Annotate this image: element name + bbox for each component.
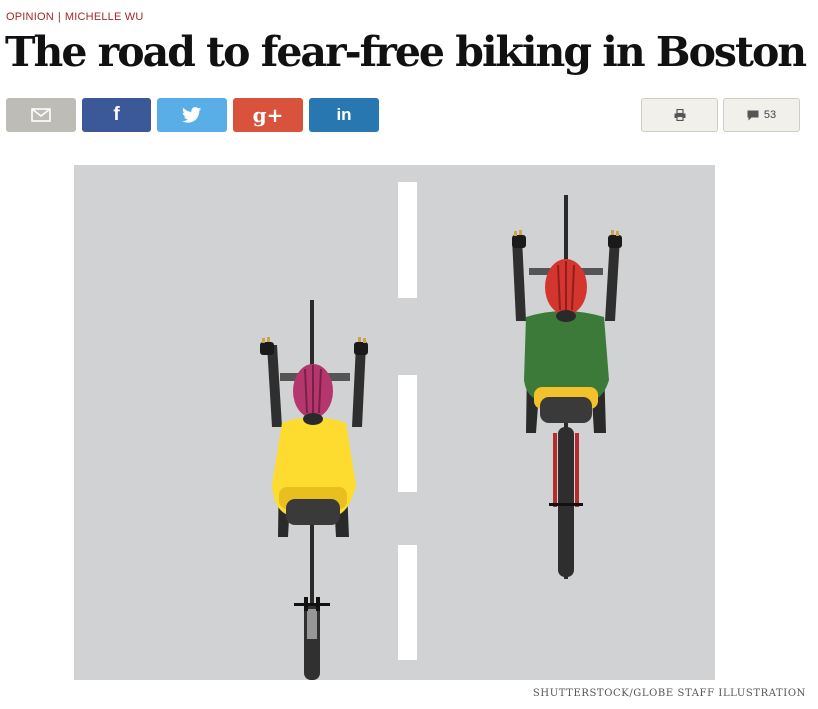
bike-lane-illustration — [74, 165, 715, 680]
bike-frame-red — [553, 433, 557, 507]
comment-icon — [747, 110, 759, 120]
twitter-share-button[interactable] — [157, 98, 227, 132]
saddle — [286, 499, 340, 525]
bike-frame-red — [575, 433, 579, 507]
email-icon — [31, 108, 51, 122]
saddle — [540, 397, 592, 423]
twitter-icon — [182, 107, 202, 123]
google-plus-share-button[interactable]: g+ — [233, 98, 303, 132]
glove — [354, 342, 368, 355]
pedal-axle — [294, 603, 330, 606]
rear-wheel — [558, 427, 574, 577]
print-icon — [674, 109, 685, 121]
glove — [260, 342, 274, 355]
lane-marking — [398, 545, 417, 660]
email-share-button[interactable] — [6, 98, 76, 132]
facebook-icon: f — [113, 104, 120, 125]
kicker-separator: | — [57, 11, 61, 23]
pedal-axle — [549, 503, 583, 506]
comment-count: 53 — [763, 109, 777, 121]
linkedin-icon: in — [336, 105, 352, 124]
author-link[interactable]: MICHELLE WU — [65, 11, 144, 23]
article-kicker: OPINION | MICHELLE WU — [6, 11, 144, 23]
print-button[interactable] — [641, 98, 718, 132]
glove — [512, 235, 526, 248]
headline: The road to fear-free biking in Boston — [5, 28, 807, 76]
glove — [608, 235, 622, 248]
facebook-share-button[interactable]: f — [82, 98, 151, 132]
section-link[interactable]: OPINION — [6, 11, 54, 23]
google-plus-icon: g+ — [252, 103, 284, 127]
image-credit: SHUTTERSTOCK/GLOBE STAFF ILLUSTRATION — [532, 688, 806, 699]
illustration-svg — [74, 165, 715, 680]
comments-button[interactable]: 53 — [723, 98, 800, 132]
linkedin-share-button[interactable]: in — [309, 98, 379, 132]
lane-marking — [398, 182, 417, 298]
wheel-highlight — [307, 609, 317, 639]
lane-marking — [398, 375, 417, 492]
